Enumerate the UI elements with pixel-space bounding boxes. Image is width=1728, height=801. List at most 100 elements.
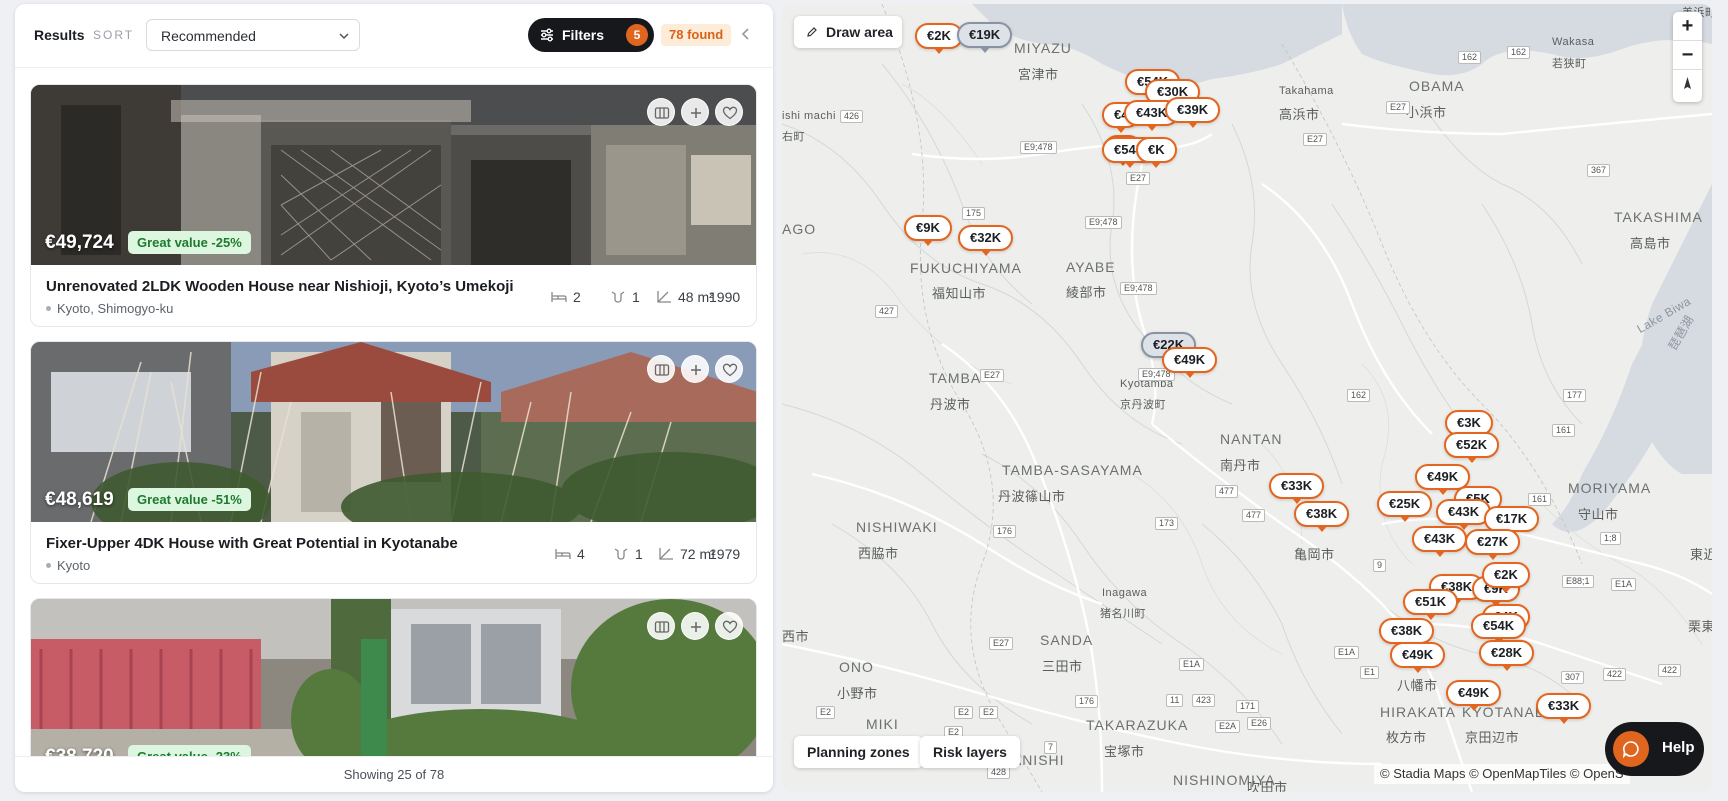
filters-label: Filters [562,27,605,43]
place-label: 栗東 [1688,619,1712,634]
floorplan-button[interactable] [647,355,675,383]
chat-icon-circle [1613,731,1649,767]
price-pin[interactable]: €49K [1390,642,1446,673]
results-count-badge: 78 found [661,24,732,46]
sort-select[interactable]: Recommended [146,19,360,51]
add-to-compare-button[interactable] [681,98,709,126]
price-pin[interactable]: €19K [957,22,1013,53]
favorite-button[interactable] [715,355,743,383]
place-label: Wakasa [1552,36,1595,48]
listing-card[interactable]: €49,724 Great value -25% Unrenovated 2LD… [30,84,757,327]
price-pin[interactable]: €33K [1536,693,1592,724]
listing-card[interactable]: €38,720 Great value -23% [30,598,757,760]
price-pin[interactable]: €2K [915,23,963,54]
draw-area-button[interactable]: Draw area [794,16,902,48]
road-shield: E1 [1360,666,1380,679]
place-label: 高島市 [1630,236,1671,251]
price-pin[interactable]: €52K [1444,432,1500,463]
price-pin[interactable]: €49K [1162,347,1218,378]
price-pin[interactable]: €49K [1446,680,1502,711]
zoom-controls: + − [1673,12,1702,102]
favorite-button[interactable] [715,612,743,640]
price-pin[interactable]: €9K [904,215,952,246]
listing-price: €48,619 [45,489,114,510]
price-pin[interactable]: €K [1136,137,1177,168]
price-pin[interactable]: €51K [1403,589,1459,620]
road-shield: 422 [1603,668,1627,681]
road-shield: 161 [1552,424,1576,437]
results-toolbar: Results SORT Recommended Filters 5 78 fo… [15,4,773,68]
listing-photo[interactable]: €48,619 Great value -51% [31,342,756,522]
place-label: Inagawa [1102,587,1148,599]
place-label: 福知山市 [932,286,987,301]
floorplan-button[interactable] [647,98,675,126]
road-shield: 477 [1242,509,1266,522]
price-pin[interactable]: €25K [1377,491,1433,522]
place-label: 京丹波町 [1120,399,1166,411]
price-pin[interactable]: €39K [1165,97,1221,128]
road-shield: 173 [1155,517,1179,530]
road-shield: E2A [1215,720,1241,733]
floorplan-icon [654,621,670,633]
price-pin[interactable]: €28K [1479,640,1535,671]
price-pin[interactable]: €33K [1269,473,1325,504]
place-label: 小浜市 [1406,105,1447,120]
heart-icon [722,363,738,377]
place-label: AGO [782,221,817,237]
map-attribution[interactable]: © Stadia Maps © OpenMapTiles © OpenS [1374,764,1630,784]
road-shield: E9;478 [1120,282,1157,295]
road-shield: 162 [1347,389,1371,402]
area-spec: 48 m² [656,289,714,305]
price-pin[interactable]: €43K [1412,526,1468,557]
risk-layers-button[interactable]: Risk layers [920,736,1020,768]
map-view[interactable]: MIYAZU 宮津市 FUKUCHIYAMA 福知山市 AYABE 綾部市 TA… [782,4,1712,792]
listing-title[interactable]: Unrenovated 2LDK Wooden House near Nishi… [46,278,514,295]
listing-card[interactable]: €48,619 Great value -51% Fixer-Upper 4DK… [30,341,757,584]
price-pin[interactable]: €43K [1436,499,1492,530]
price-pin[interactable]: €38K [1294,501,1350,532]
listing-list[interactable]: €49,724 Great value -25% Unrenovated 2LD… [15,68,773,760]
add-to-compare-button[interactable] [681,612,709,640]
add-to-compare-button[interactable] [681,355,709,383]
listing-location: Kyoto [46,558,90,573]
price-pin[interactable]: €2K [1482,562,1530,593]
place-label: 八幡市 [1397,678,1438,693]
listing-photo[interactable]: €38,720 Great value -23% [31,599,756,760]
road-shield: 161 [1528,493,1552,506]
collapse-panel-icon[interactable] [739,26,753,42]
place-label: 宝塚市 [1104,744,1145,759]
road-shield: 307 [1561,671,1585,684]
place-label: 東近江 [1690,547,1712,562]
price-pin[interactable]: €54K [1471,613,1527,644]
zoom-out-button[interactable]: − [1673,41,1702,70]
place-label: 西市 [782,629,810,644]
favorite-button[interactable] [715,98,743,126]
place-label: MIKI [866,716,899,732]
filters-button[interactable]: Filters 5 [528,18,654,52]
listing-photo[interactable]: €49,724 Great value -25% [31,85,756,265]
bathrooms-spec: 1 [610,289,640,305]
help-button[interactable]: Help [1605,722,1704,776]
listing-title[interactable]: Fixer-Upper 4DK House with Great Potenti… [46,535,458,552]
place-label: 綾部市 [1066,285,1107,300]
listing-location-text: Kyoto, Shimogyo-ku [57,301,174,316]
price-pin[interactable]: €32K [958,225,1014,256]
plus-icon [691,108,701,118]
bedrooms-spec: 4 [555,546,585,562]
price-pin[interactable]: €38K [1379,618,1435,649]
place-label: 南丹市 [1220,458,1261,473]
sliders-icon [541,28,553,42]
bed-icon [555,549,571,559]
zoom-in-button[interactable]: + [1673,12,1702,41]
year-built: 1979 [709,546,741,562]
draw-area-label: Draw area [826,24,893,40]
floorplan-button[interactable] [647,612,675,640]
road-shield: 176 [1075,695,1099,708]
planning-zones-button[interactable]: Planning zones [794,736,923,768]
reset-north-button[interactable] [1673,70,1702,99]
place-label: 三田市 [1042,659,1083,674]
chat-icon [1622,741,1639,758]
road-shield: 162 [1458,51,1482,64]
place-label: OBAMA [1409,78,1465,94]
price-pin[interactable]: €27K [1465,529,1521,560]
